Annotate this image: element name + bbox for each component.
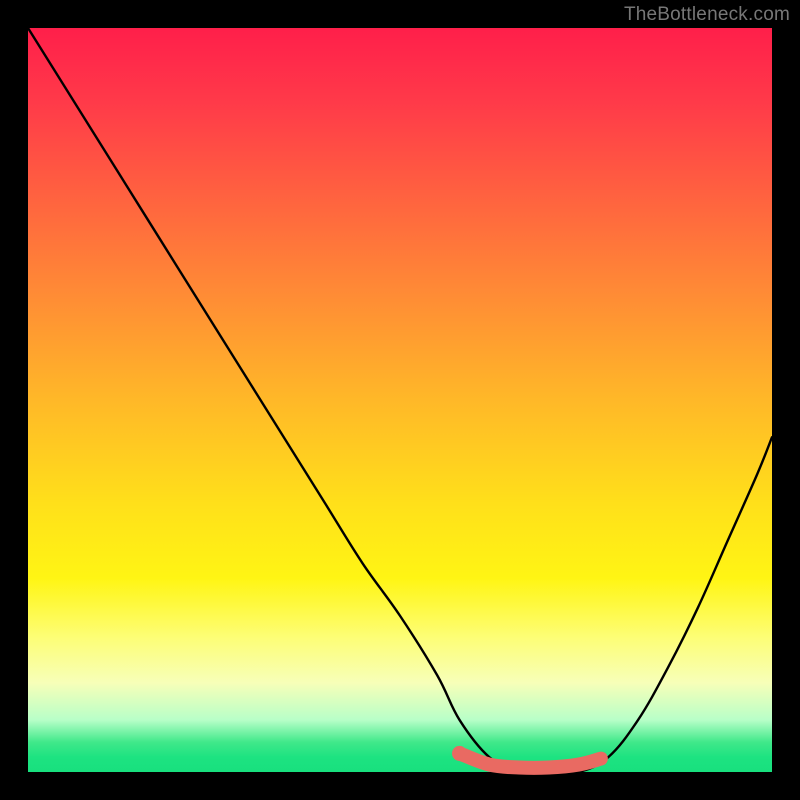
watermark-text: TheBottleneck.com — [624, 4, 790, 26]
optimal-band — [452, 746, 601, 768]
bottleneck-curve — [28, 28, 772, 773]
plot-area — [28, 28, 772, 772]
chart-svg — [28, 28, 772, 772]
chart-frame: TheBottleneck.com — [0, 0, 800, 800]
